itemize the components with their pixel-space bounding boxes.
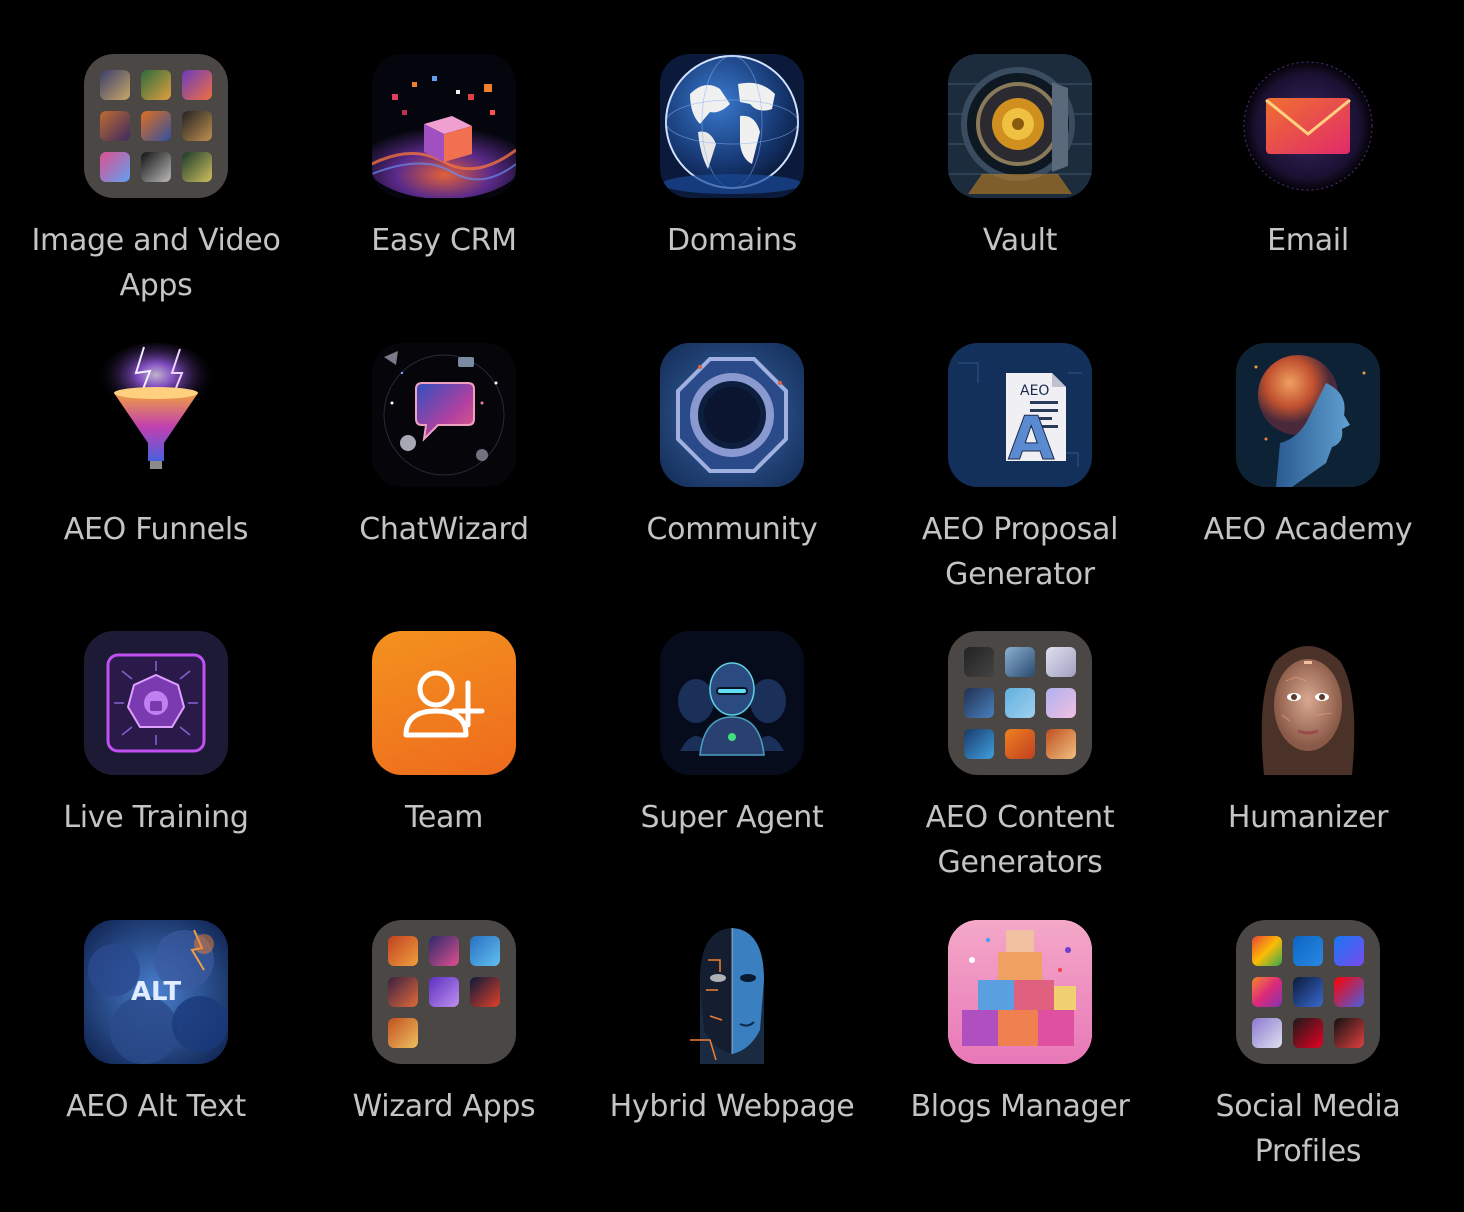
human-face-icon[interactable] — [1236, 631, 1380, 775]
app-grid: Image and Video Apps Easy CRM Domains Va… — [12, 54, 1452, 1208]
app-team[interactable]: Team — [300, 631, 588, 920]
content-generators-folder-icon[interactable] — [948, 631, 1092, 775]
app-label: AEO Academy — [1203, 511, 1413, 547]
app-label: Super Agent — [640, 800, 824, 835]
envelope-icon[interactable] — [1236, 54, 1380, 198]
app-wizard-apps[interactable]: Wizard Apps — [300, 919, 588, 1209]
app-label: Email — [1267, 223, 1349, 258]
app-label: Hybrid Webpage — [609, 1088, 855, 1124]
app-aeo-academy[interactable]: AEO Academy — [1164, 342, 1452, 632]
alt-cloud-icon[interactable]: ALT — [84, 919, 228, 1064]
svg-text:A: A — [1008, 404, 1055, 474]
alt-icon-text: ALT — [131, 977, 181, 1007]
aeo-document-icon[interactable]: A AEO — [948, 342, 1092, 487]
head-profile-icon[interactable] — [1236, 342, 1380, 487]
app-label: Image and Video Apps — [31, 223, 281, 303]
vault-door-icon[interactable] — [948, 54, 1092, 198]
chat-bubble-icon[interactable] — [372, 342, 516, 487]
app-blogs-manager[interactable]: Blogs Manager — [876, 919, 1164, 1209]
octagon-ring-icon[interactable] — [660, 342, 804, 487]
robot-agents-icon[interactable] — [660, 631, 804, 775]
aeo-icon-text: AEO — [1020, 383, 1049, 399]
colorful-blocks-icon[interactable] — [948, 919, 1092, 1064]
lightning-funnel-icon[interactable] — [84, 342, 228, 487]
wizard-apps-folder-icon[interactable] — [372, 919, 516, 1064]
app-community[interactable]: Community — [588, 342, 876, 632]
app-label: Live Training — [63, 800, 249, 835]
app-vault[interactable]: Vault — [876, 54, 1164, 343]
app-label: AEO Proposal Generator — [921, 511, 1119, 592]
app-label: AEO Content Generators — [925, 800, 1115, 880]
app-label: Blogs Manager — [910, 1088, 1130, 1124]
app-label: ChatWizard — [359, 511, 529, 547]
app-label: Humanizer — [1227, 800, 1389, 835]
app-label: Community — [646, 511, 818, 547]
app-easy-crm[interactable]: Easy CRM — [300, 54, 588, 343]
app-label: AEO Funnels — [63, 511, 249, 547]
app-label: Easy CRM — [371, 223, 517, 258]
hybrid-robot-face-icon[interactable] — [660, 919, 804, 1064]
app-super-agent[interactable]: Super Agent — [588, 631, 876, 920]
app-live-training[interactable]: Live Training — [12, 631, 300, 920]
app-chatwizard[interactable]: ChatWizard — [300, 342, 588, 632]
social-media-folder-icon[interactable] — [1236, 919, 1380, 1064]
app-domains[interactable]: Domains — [588, 54, 876, 343]
app-aeo-funnels[interactable]: AEO Funnels — [12, 342, 300, 632]
app-image-and-video-apps[interactable]: Image and Video Apps — [12, 54, 300, 343]
globe-icon[interactable] — [660, 54, 804, 198]
app-email[interactable]: Email — [1164, 54, 1452, 343]
add-user-icon[interactable] — [372, 631, 516, 775]
app-label: Domains — [667, 223, 797, 258]
circuit-chip-icon[interactable] — [84, 631, 228, 775]
app-aeo-content-generators[interactable]: AEO Content Generators — [876, 631, 1164, 920]
app-label: Vault — [982, 223, 1058, 258]
app-label: Team — [404, 800, 484, 835]
app-label: Wizard Apps — [352, 1088, 536, 1124]
app-hybrid-webpage[interactable]: Hybrid Webpage — [588, 919, 876, 1209]
app-humanizer[interactable]: Humanizer — [1164, 631, 1452, 920]
app-social-media-profiles[interactable]: Social Media Profiles — [1164, 919, 1452, 1209]
app-label: Social Media Profiles — [1215, 1088, 1401, 1169]
app-aeo-proposal-generator[interactable]: A AEO AEO Proposal Generator — [876, 342, 1164, 632]
app-label: AEO Alt Text — [66, 1088, 246, 1124]
image-video-folder-icon[interactable] — [84, 54, 228, 198]
cube-particles-icon[interactable] — [372, 54, 516, 198]
app-aeo-alt-text[interactable]: ALT AEO Alt Text — [12, 919, 300, 1209]
